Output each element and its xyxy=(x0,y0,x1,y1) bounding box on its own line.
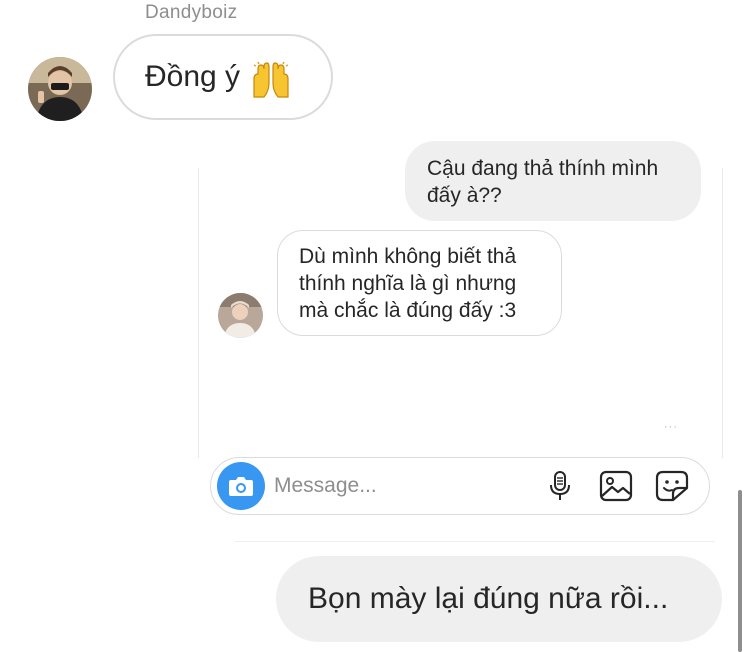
microphone-icon xyxy=(550,471,570,500)
camera-icon xyxy=(229,477,253,496)
embedded-outgoing-text: Cậu đang thả thính mình đấy à?? xyxy=(427,157,659,207)
gallery-button[interactable] xyxy=(598,469,634,503)
avatar[interactable] xyxy=(28,57,92,121)
avatar-image xyxy=(28,57,92,121)
camera-button[interactable] xyxy=(217,462,265,510)
sticker-icon xyxy=(655,470,689,502)
message-text: Bọn mày lại đúng nữa rồi... xyxy=(308,582,669,615)
embedded-outgoing-bubble[interactable]: Cậu đang thả thính mình đấy à?? xyxy=(405,141,701,221)
sender-name: Dandyboiz xyxy=(145,2,238,23)
sticker-button[interactable] xyxy=(654,469,690,503)
embedded-incoming-text: Dù mình không biết thả thính nghĩa là gì… xyxy=(299,245,517,322)
avatar-image xyxy=(218,293,263,338)
avatar[interactable] xyxy=(218,293,263,338)
message-bubble[interactable]: Bọn mày lại đúng nữa rồi... xyxy=(276,556,722,642)
message-bubble[interactable]: Đồng ý xyxy=(113,34,333,120)
typing-indicator: ··· xyxy=(664,421,678,433)
gallery-icon xyxy=(599,470,633,502)
embedded-incoming-bubble[interactable]: Dù mình không biết thả thính nghĩa là gì… xyxy=(277,230,562,336)
scrollbar[interactable] xyxy=(738,490,742,652)
raising-hands-emoji xyxy=(250,61,292,98)
message-text: Đồng ý xyxy=(145,60,241,93)
microphone-button[interactable] xyxy=(546,469,574,503)
message-input[interactable]: Message... xyxy=(274,474,377,498)
divider xyxy=(235,541,715,542)
